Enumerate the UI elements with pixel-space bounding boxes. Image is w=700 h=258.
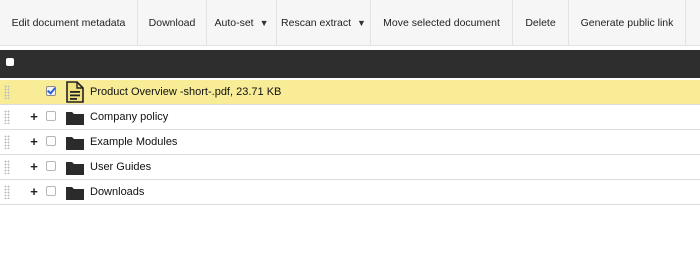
folder-name[interactable]: Example Modules: [90, 130, 177, 154]
download-label: Download: [148, 16, 196, 29]
edit-metadata-button[interactable]: Edit document metadata: [0, 0, 138, 46]
rescan-label: Rescan extract: [281, 16, 352, 29]
drag-handle-icon[interactable]: [4, 110, 10, 124]
caret-down-icon: ▼: [259, 17, 269, 28]
document-icon: [66, 81, 84, 103]
row-checkbox[interactable]: [46, 136, 56, 146]
folder-icon: [66, 183, 84, 201]
delete-button[interactable]: Delete: [513, 0, 569, 46]
drag-handle-icon[interactable]: [4, 185, 10, 199]
select-all-checkbox[interactable]: [6, 58, 14, 66]
list-item[interactable]: + Downloads: [0, 180, 700, 205]
row-checkbox[interactable]: [46, 161, 56, 171]
folder-name[interactable]: User Guides: [90, 155, 151, 179]
row-checkbox[interactable]: [46, 186, 56, 196]
list-header: [0, 50, 700, 78]
generate-link-label: Generate public link: [580, 16, 674, 29]
autoset-label: Auto-set: [214, 16, 254, 29]
caret-down-icon: ▼: [357, 17, 366, 28]
expand-icon[interactable]: +: [28, 182, 40, 202]
list-item[interactable]: + User Guides: [0, 155, 700, 180]
list-item[interactable]: + Example Modules: [0, 130, 700, 155]
move-selected-button[interactable]: Move selected document: [371, 0, 513, 46]
folder-icon: [66, 108, 84, 126]
drag-handle-icon[interactable]: [4, 160, 10, 174]
rescan-extract-button[interactable]: Rescan extract ▼: [277, 0, 371, 46]
delete-label: Delete: [525, 16, 556, 29]
edit-metadata-label: Edit document metadata: [11, 16, 126, 29]
toolbar: Edit document metadata Download Auto-set…: [0, 0, 700, 46]
expand-icon[interactable]: +: [28, 132, 40, 152]
generate-public-link-button[interactable]: Generate public link: [569, 0, 686, 46]
move-label: Move selected document: [383, 16, 500, 29]
drag-handle-icon[interactable]: [4, 135, 10, 149]
list-item[interactable]: Product Overview -short-.pdf, 23.71 KB: [0, 80, 700, 105]
folder-name[interactable]: Company policy: [90, 105, 168, 129]
expand-icon[interactable]: +: [28, 157, 40, 177]
expand-icon[interactable]: +: [28, 107, 40, 127]
row-checkbox[interactable]: [46, 111, 56, 121]
row-checkbox[interactable]: [46, 86, 56, 96]
document-list: Product Overview -short-.pdf, 23.71 KB +…: [0, 80, 700, 205]
drag-handle-icon[interactable]: [4, 85, 10, 99]
download-button[interactable]: Download: [138, 0, 207, 46]
list-item[interactable]: + Company policy: [0, 105, 700, 130]
folder-icon: [66, 133, 84, 151]
document-name[interactable]: Product Overview -short-.pdf, 23.71 KB: [90, 80, 281, 104]
folder-icon: [66, 158, 84, 176]
folder-name[interactable]: Downloads: [90, 180, 144, 204]
autoset-button[interactable]: Auto-set ▼: [207, 0, 277, 46]
